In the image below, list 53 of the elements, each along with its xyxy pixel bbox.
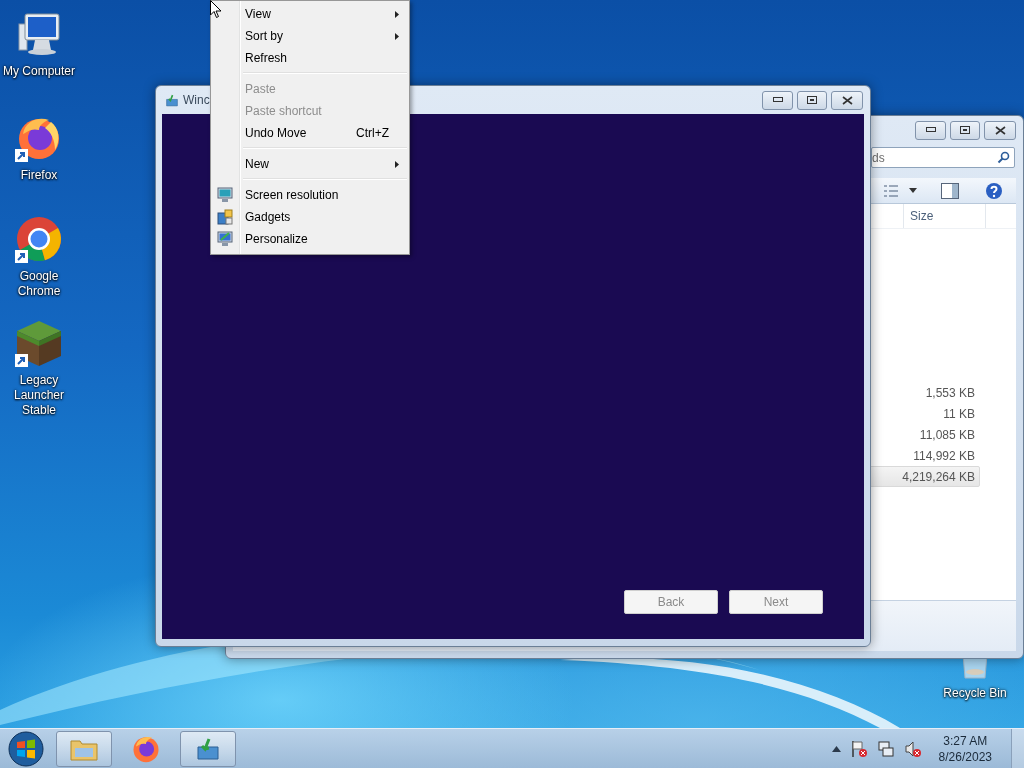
speaker-muted-icon[interactable] [903, 740, 922, 758]
setup-icon [165, 93, 179, 107]
desktop-icon-label[interactable]: Google Chrome [0, 269, 78, 299]
menu-item[interactable]: Gadgets [213, 206, 407, 228]
minimize-icon [925, 127, 936, 133]
desktop-icon-label[interactable]: Legacy Launcher Stable [0, 373, 78, 418]
setup-icon [195, 737, 221, 761]
size-cell[interactable]: 11,085 KB [868, 424, 980, 445]
maximize-icon [960, 126, 970, 134]
mouse-pointer-icon [210, 0, 222, 19]
network-icon[interactable] [876, 740, 895, 758]
flag-alert-icon[interactable] [849, 740, 868, 758]
computer-icon [15, 10, 63, 58]
monitor-brush-icon [217, 231, 233, 247]
start-button[interactable] [6, 730, 46, 768]
gadgets-icon [217, 209, 233, 225]
column-header[interactable]: Size [903, 204, 986, 228]
maximize-button[interactable] [950, 120, 980, 140]
menu-item[interactable]: Personalize [213, 228, 407, 250]
minimize-button[interactable] [762, 90, 793, 110]
close-icon [841, 95, 853, 105]
menu-item[interactable]: Refresh [213, 47, 407, 69]
close-button[interactable] [831, 90, 863, 110]
desktop-icon-label[interactable]: Firefox [0, 168, 78, 183]
size-cell[interactable]: 1,553 KB [868, 382, 980, 403]
show-hidden-icons-icon[interactable] [831, 746, 841, 752]
menu-item[interactable]: Undo Move Ctrl+Z [213, 122, 407, 144]
preview-pane-icon[interactable] [941, 182, 959, 199]
size-cell[interactable]: 4,219,264 KB [868, 466, 980, 487]
minimize-button[interactable] [915, 120, 946, 140]
search-field[interactable]: ds [871, 147, 1015, 168]
menu-item[interactable]: Screen resolution [213, 184, 407, 206]
minimize-icon [772, 97, 783, 103]
taskbar-button[interactable] [56, 731, 112, 767]
monitor-icon [217, 187, 233, 203]
caret-icon[interactable] [909, 188, 917, 193]
menu-item[interactable]: New [213, 153, 407, 175]
ring-icon [15, 215, 63, 263]
maximize-icon [807, 96, 817, 104]
fox-globe-icon [131, 734, 161, 764]
window-title: Winc [183, 93, 210, 107]
desktop-icon-label[interactable]: My Computer [0, 64, 78, 79]
size-cell[interactable]: 114,992 KB [868, 445, 980, 466]
clock[interactable]: 3:27 AM 8/26/2023 [938, 733, 992, 765]
taskbar-button[interactable] [180, 731, 236, 767]
grass-block-icon [15, 319, 63, 367]
close-icon [994, 125, 1006, 135]
maximize-button[interactable] [797, 90, 827, 110]
help-icon[interactable] [985, 181, 1003, 200]
menu-item[interactable]: Sort by [213, 25, 407, 47]
size-cell[interactable]: 11 KB [868, 403, 980, 424]
search-icon [997, 151, 1010, 164]
close-button[interactable] [984, 120, 1016, 140]
